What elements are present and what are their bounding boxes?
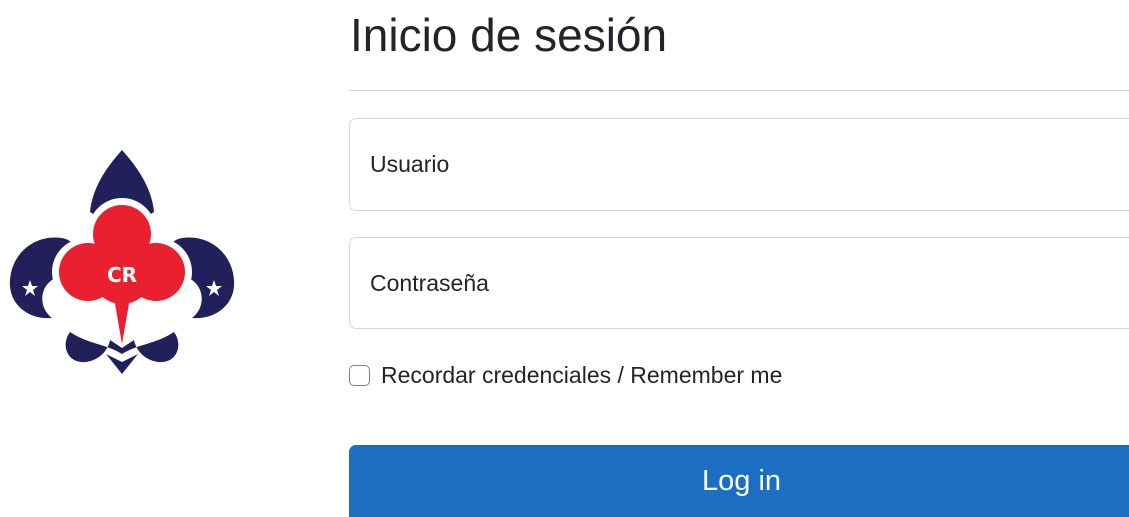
remember-me-label: Recordar credenciales / Remember me xyxy=(381,361,783,388)
username-input[interactable] xyxy=(349,118,1129,211)
logo-monogram: CR xyxy=(107,263,137,287)
remember-me-option[interactable]: Recordar credenciales / Remember me xyxy=(349,361,782,389)
title-divider xyxy=(349,90,1129,91)
login-form: Inicio de sesión Recordar credenciales /… xyxy=(349,0,1129,517)
remember-me-checkbox[interactable] xyxy=(349,364,370,386)
password-input[interactable] xyxy=(349,237,1129,329)
page-title: Inicio de sesión xyxy=(350,9,668,61)
login-button[interactable]: Log in xyxy=(349,445,1129,517)
fleur-de-lis-scout-emblem-icon: CR xyxy=(9,150,235,374)
login-button-label: Log in xyxy=(702,465,782,497)
login-page: CR Inicio de sesión Recordar credenciale… xyxy=(0,0,1129,517)
